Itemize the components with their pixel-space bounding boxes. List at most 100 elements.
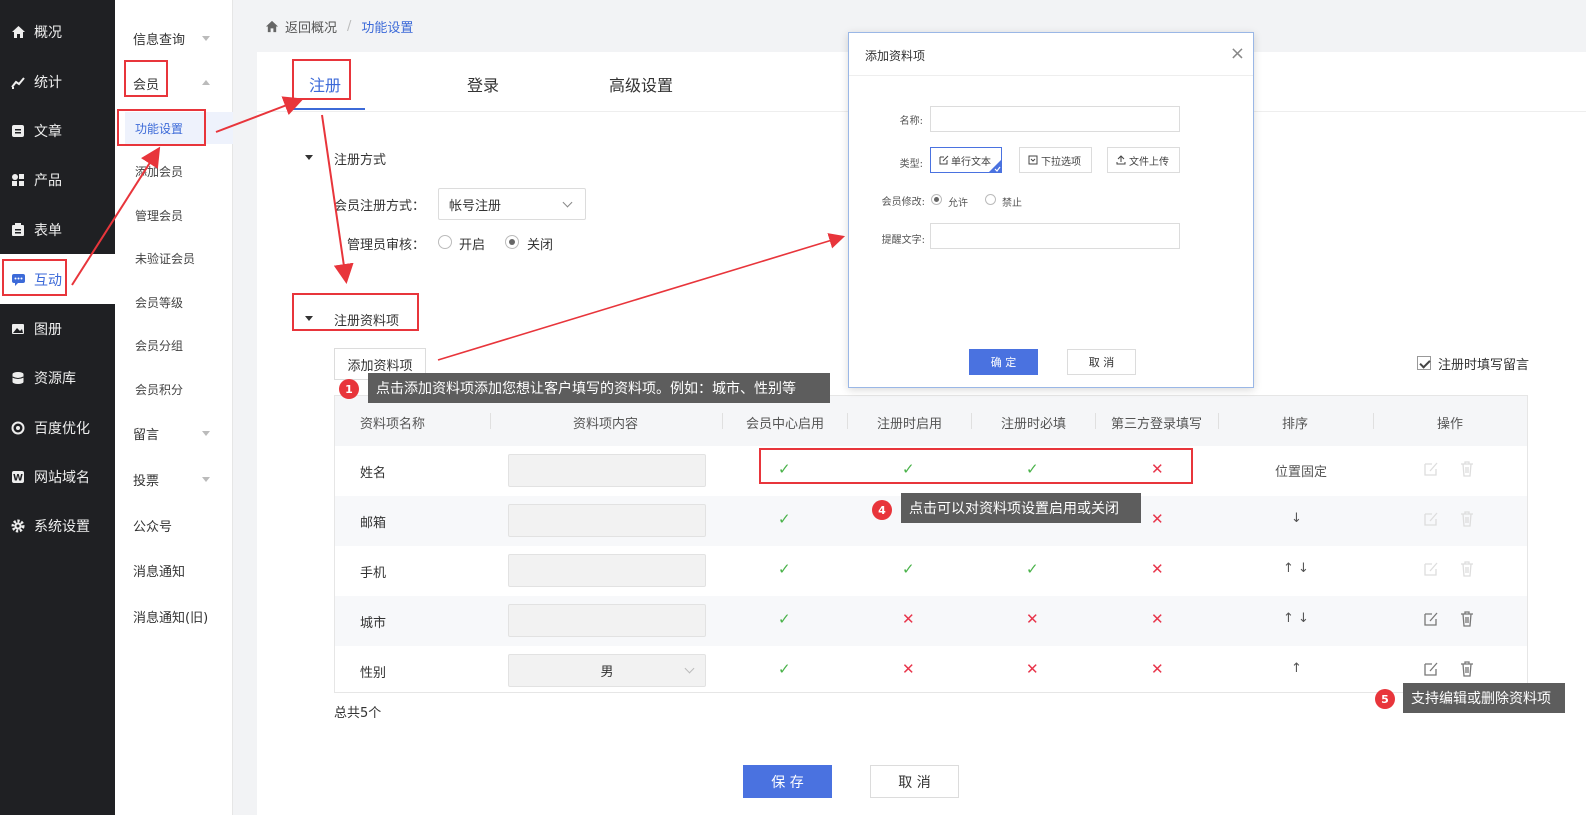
highlight-interact: [2, 259, 67, 296]
sub-item-unverified[interactable]: 未验证会员: [135, 250, 195, 267]
hint-field[interactable]: [930, 223, 1180, 249]
close-icon[interactable]: ×: [1230, 43, 1245, 64]
review-off-label: 关闭: [527, 238, 554, 253]
col-divider: [1095, 413, 1096, 429]
edit-icon[interactable]: [1422, 560, 1440, 578]
breadcrumb-back[interactable]: 返回概况: [285, 17, 337, 36]
reg-method-select[interactable]: 帐号注册: [438, 188, 586, 220]
database-icon: [10, 370, 26, 386]
highlight-register-tab: [292, 59, 351, 100]
center-enabled-toggle[interactable]: ✓: [778, 560, 791, 578]
reg-required-toggle[interactable]: ✕: [1026, 660, 1039, 678]
sub-item-info-query[interactable]: 信息查询: [133, 29, 185, 48]
center-enabled-toggle[interactable]: ✓: [778, 610, 791, 628]
type-single-text[interactable]: 单行文本: [930, 147, 1002, 173]
type-dropdown[interactable]: 下拉选项: [1019, 147, 1092, 173]
nav-item-settings[interactable]: 系统设置: [0, 502, 115, 550]
modal-confirm-button[interactable]: 确 定: [969, 349, 1038, 375]
chevron-down-icon: [202, 36, 210, 41]
nav-item-stats[interactable]: 统计: [0, 58, 115, 106]
nav-item-article[interactable]: 文章: [0, 107, 115, 155]
sort-arrows[interactable]: ↑ ↓: [1283, 611, 1309, 626]
edit-icon[interactable]: [1422, 660, 1440, 678]
reg-required-toggle[interactable]: ✓: [1026, 560, 1039, 578]
sub-item-member-group[interactable]: 会员分组: [135, 337, 183, 354]
sort-arrows[interactable]: ↑ ↓: [1283, 561, 1309, 576]
delete-icon[interactable]: [1458, 610, 1476, 628]
table-row: 城市 ✓ ✕ ✕ ✕ ↑ ↓: [335, 596, 1527, 646]
review-off-radio[interactable]: [505, 235, 519, 249]
third-party-toggle[interactable]: ✕: [1151, 660, 1164, 678]
sub-item-message[interactable]: 留言: [133, 424, 159, 443]
modal-divider: [849, 75, 1253, 76]
annotation-badge: 4: [872, 500, 892, 520]
add-field-modal: 添加资料项 × 名称: 类型: 单行文本 下拉选项 文件上传 会员修改: 允许 …: [848, 32, 1254, 388]
field-content-preview: [508, 604, 706, 637]
field-name: 姓名: [360, 466, 387, 481]
sub-item-member-level[interactable]: 会员等级: [135, 294, 183, 311]
third-party-toggle[interactable]: ✕: [1151, 610, 1164, 628]
sub-item-notice-old[interactable]: 消息通知(旧): [133, 607, 208, 626]
type-file-upload[interactable]: 文件上传: [1107, 147, 1180, 173]
third-party-toggle[interactable]: ✕: [1151, 510, 1164, 528]
delete-icon[interactable]: [1458, 660, 1476, 678]
center-enabled-toggle[interactable]: ✓: [778, 510, 791, 528]
allow-radio[interactable]: [931, 194, 942, 205]
delete-icon[interactable]: [1458, 560, 1476, 578]
nav-item-domain[interactable]: W 网站域名: [0, 453, 115, 501]
center-enabled-toggle[interactable]: ✓: [778, 660, 791, 678]
nav-item-seo[interactable]: 百度优化: [0, 404, 115, 452]
sub-item-manage-member[interactable]: 管理会员: [135, 207, 183, 224]
sub-item-add-member[interactable]: 添加会员: [135, 163, 183, 180]
reg-enabled-toggle[interactable]: ✕: [902, 610, 915, 628]
tab-advanced[interactable]: 高级设置: [609, 72, 673, 96]
leave-message-checkbox[interactable]: [1417, 356, 1431, 370]
edit-icon: [939, 155, 949, 165]
sub-item-notice[interactable]: 消息通知: [133, 561, 185, 580]
modal-cancel-button[interactable]: 取 消: [1067, 349, 1136, 375]
section-reg-method: 注册方式: [334, 153, 387, 168]
col-divider: [971, 413, 972, 429]
reg-enabled-toggle[interactable]: ✓: [902, 560, 915, 578]
breadcrumb-current: 功能设置: [361, 20, 414, 36]
collapse-icon[interactable]: [305, 155, 313, 160]
chevron-down-icon: [202, 477, 210, 482]
col-sort: 排序: [1282, 417, 1309, 432]
nav-item-resource[interactable]: 资源库: [0, 354, 115, 402]
edit-icon[interactable]: [1422, 510, 1440, 528]
forbid-label: 禁止: [1002, 198, 1022, 209]
reg-required-toggle[interactable]: ✕: [1026, 610, 1039, 628]
col-content: 资料项内容: [573, 417, 639, 432]
delete-icon[interactable]: [1458, 510, 1476, 528]
sub-item-vote[interactable]: 投票: [133, 470, 159, 489]
sub-item-member-points[interactable]: 会员积分: [135, 381, 183, 398]
save-button[interactable]: 保 存: [743, 765, 832, 798]
third-party-toggle[interactable]: ✕: [1151, 560, 1164, 578]
sort-fixed: 位置固定: [1275, 465, 1328, 480]
hint-label: 提醒文字:: [881, 235, 925, 246]
reg-enabled-toggle[interactable]: ✕: [902, 660, 915, 678]
cancel-button[interactable]: 取 消: [870, 765, 959, 798]
total-count: 总共5个: [334, 706, 382, 721]
review-on-radio[interactable]: [438, 235, 452, 249]
delete-icon[interactable]: [1458, 460, 1476, 478]
sub-item-public-account[interactable]: 公众号: [133, 516, 172, 535]
sort-arrows[interactable]: ↑: [1291, 661, 1302, 676]
col-name: 资料项名称: [360, 417, 426, 432]
name-label: 名称:: [899, 116, 923, 127]
name-field[interactable]: [930, 106, 1180, 132]
highlight-toggle-row: [759, 448, 1193, 484]
col-third: 第三方登录填写: [1111, 417, 1203, 432]
modal-title: 添加资料项: [865, 49, 926, 63]
table-header: 资料项名称 资料项内容 会员中心启用 注册时启用 注册时必填 第三方登录填写 排…: [335, 396, 1527, 446]
nav-item-product[interactable]: 产品: [0, 156, 115, 204]
forbid-radio[interactable]: [985, 194, 996, 205]
edit-icon[interactable]: [1422, 460, 1440, 478]
nav-item-album[interactable]: 图册: [0, 305, 115, 353]
svg-text:W: W: [13, 474, 23, 484]
edit-icon[interactable]: [1422, 610, 1440, 628]
sort-arrows[interactable]: ↓: [1291, 511, 1302, 526]
nav-item-form[interactable]: 表单: [0, 206, 115, 254]
tab-login[interactable]: 登录: [467, 72, 499, 96]
nav-item-overview[interactable]: 概况: [0, 8, 115, 56]
